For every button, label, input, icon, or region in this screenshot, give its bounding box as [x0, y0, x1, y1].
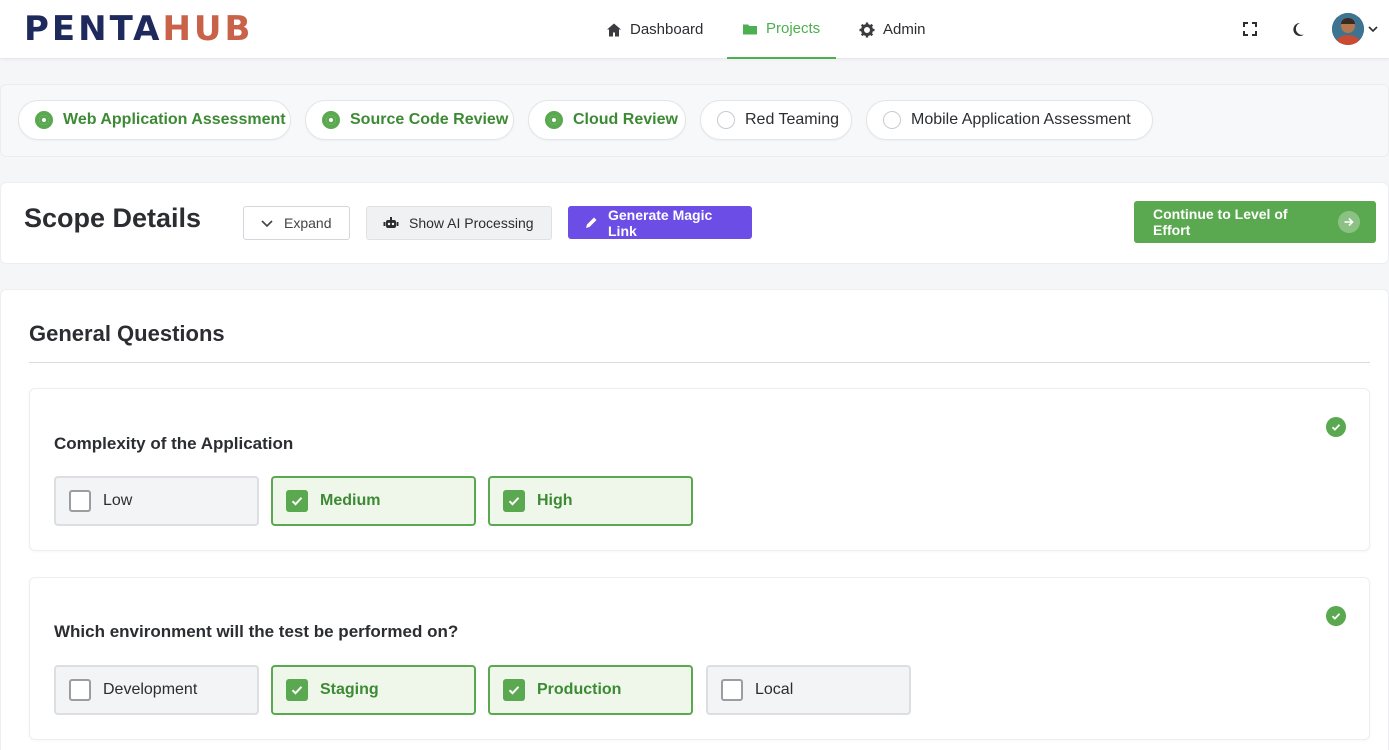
nav-projects[interactable]: Projects — [727, 0, 836, 59]
service-pill-label: Web Application Assessment — [63, 111, 286, 128]
option-label: Medium — [320, 492, 381, 509]
service-pill-label: Source Code Review — [350, 111, 509, 128]
checkbox-unchecked-icon — [69, 679, 91, 701]
option-label: Development — [103, 681, 198, 698]
option-label: Staging — [320, 681, 379, 698]
radio-unselected-icon — [717, 111, 735, 129]
user-avatar-icon — [1332, 13, 1364, 45]
robot-icon — [383, 217, 399, 228]
question-title: Which environment will the test be perfo… — [54, 622, 459, 641]
nav-dashboard[interactable]: Dashboard — [606, 0, 703, 59]
option-checkbox[interactable]: Development — [54, 665, 259, 715]
option-checkbox[interactable]: Low — [54, 476, 259, 526]
checkbox-unchecked-icon — [721, 679, 743, 701]
folder-icon — [743, 24, 757, 34]
service-pill-cloud-review[interactable]: Cloud Review — [528, 100, 686, 140]
service-pill-label: Mobile Application Assessment — [911, 111, 1131, 128]
option-checkbox[interactable]: Production — [488, 665, 693, 715]
expand-button[interactable]: Expand — [243, 206, 350, 240]
home-icon — [607, 23, 621, 36]
answered-check-icon — [1326, 417, 1346, 437]
avatar[interactable] — [1332, 13, 1364, 45]
checkbox-checked-icon — [286, 490, 308, 512]
option-checkbox[interactable]: Local — [706, 665, 911, 715]
generate-magic-link-label: Generate Magic Link — [608, 206, 713, 239]
question-card — [29, 388, 1370, 551]
service-pill-web-application-assessment[interactable]: Web Application Assessment — [18, 100, 291, 140]
section-divider — [29, 362, 1370, 363]
option-label: High — [537, 492, 573, 509]
nav-admin-label: Admin — [883, 21, 926, 38]
question-card — [29, 577, 1370, 740]
option-label: Production — [537, 681, 622, 698]
radio-unselected-icon — [883, 111, 901, 129]
checkbox-checked-icon — [503, 679, 525, 701]
option-checkbox[interactable]: Medium — [271, 476, 476, 526]
continue-to-level-of-effort-button[interactable]: Continue to Level of Effort — [1134, 201, 1376, 243]
chevron-down-icon — [261, 220, 273, 228]
logo-part-2: HUB — [162, 9, 254, 49]
service-pill-mobile-application-assessment[interactable]: Mobile Application Assessment — [866, 100, 1153, 140]
checkbox-checked-icon — [503, 490, 525, 512]
option-checkbox[interactable]: Staging — [271, 665, 476, 715]
service-pill-label: Cloud Review — [573, 111, 678, 128]
logo-part-1: PENTA — [24, 9, 163, 49]
checkbox-checked-icon — [286, 679, 308, 701]
nav-projects-label: Projects — [766, 20, 821, 37]
show-ai-processing-button[interactable]: Show AI Processing — [366, 206, 552, 240]
answered-check-icon — [1326, 606, 1346, 626]
fullscreen-icon[interactable] — [1241, 20, 1259, 38]
gear-icon — [859, 22, 875, 37]
page-title: Scope Details — [24, 203, 202, 233]
option-label: Low — [103, 492, 133, 509]
radio-selected-icon — [545, 111, 563, 129]
generate-magic-link-button[interactable]: Generate Magic Link — [568, 206, 752, 239]
nav-admin[interactable]: Admin — [859, 0, 926, 59]
option-checkbox[interactable]: High — [488, 476, 693, 526]
nav-dashboard-label: Dashboard — [630, 21, 704, 38]
radio-selected-icon — [35, 111, 53, 129]
question-title: Complexity of the Application — [54, 434, 294, 453]
continue-button-label: Continue to Level of Effort — [1153, 206, 1288, 238]
chevron-down-icon[interactable] — [1367, 23, 1379, 35]
option-label: Local — [755, 681, 794, 698]
moon-icon[interactable] — [1289, 20, 1307, 38]
pencil-icon — [586, 217, 597, 228]
service-pill-source-code-review[interactable]: Source Code Review — [305, 100, 514, 140]
show-ai-processing-label: Show AI Processing — [409, 215, 534, 231]
checkbox-unchecked-icon — [69, 490, 91, 512]
service-pill-label: Red Teaming — [745, 111, 839, 128]
section-title: General Questions — [29, 321, 225, 346]
radio-selected-icon — [322, 111, 340, 129]
service-pill-red-teaming[interactable]: Red Teaming — [700, 100, 852, 140]
expand-button-label: Expand — [284, 215, 332, 231]
pentahub-logo[interactable]: PENTAHUB — [24, 11, 253, 47]
arrow-right-icon — [1338, 211, 1360, 233]
